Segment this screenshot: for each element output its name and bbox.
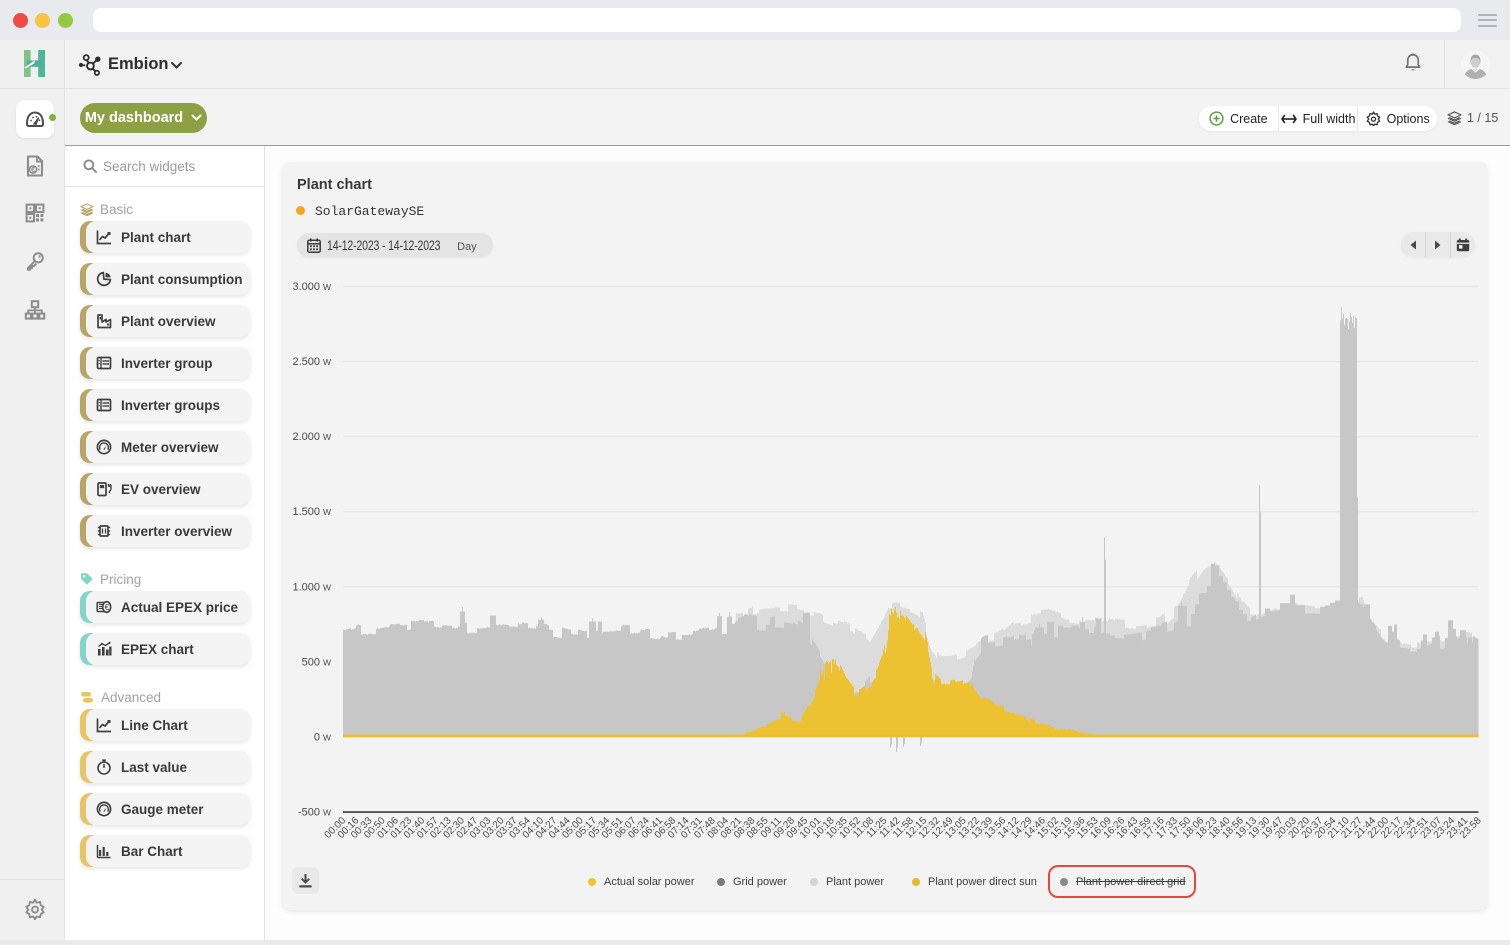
svg-text:€: €: [105, 602, 110, 612]
svg-text:2.000: 2.000: [292, 431, 320, 443]
svg-text:1.500: 1.500: [292, 506, 320, 518]
svg-text:W: W: [323, 808, 331, 818]
svg-text:W: W: [323, 733, 331, 743]
svg-text:W: W: [323, 657, 331, 667]
svg-text:3.000: 3.000: [292, 281, 320, 293]
svg-text:0: 0: [314, 732, 320, 744]
svg-text:W: W: [323, 432, 331, 442]
svg-text:500: 500: [302, 656, 320, 668]
svg-text:-500: -500: [298, 807, 320, 819]
svg-text:W: W: [323, 282, 331, 292]
svg-text:2.500: 2.500: [292, 356, 320, 368]
svg-text:W: W: [323, 582, 331, 592]
svg-text:1.000: 1.000: [292, 581, 320, 593]
svg-text:W: W: [323, 357, 331, 367]
svg-text:W: W: [323, 507, 331, 517]
